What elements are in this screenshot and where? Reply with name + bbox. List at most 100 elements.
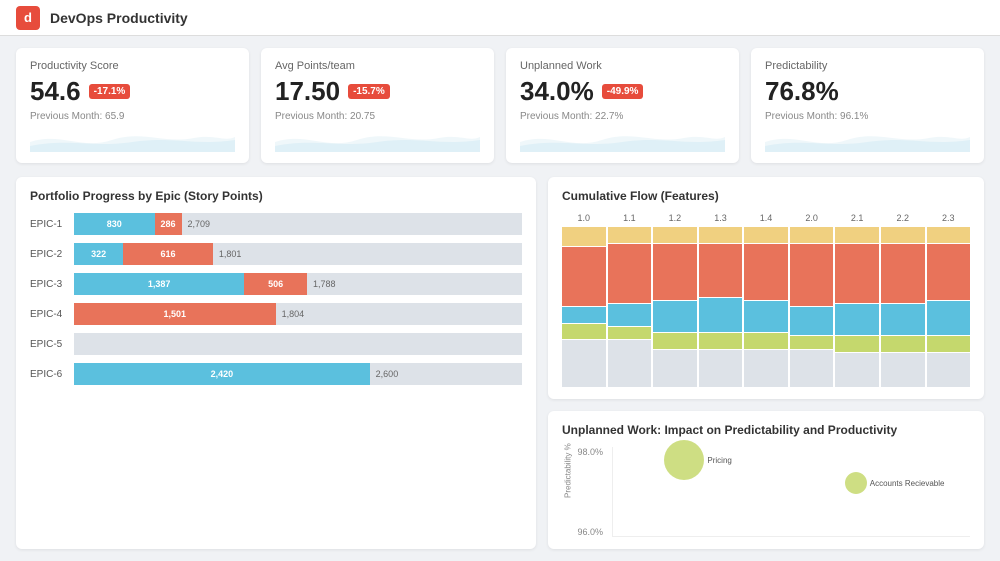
cf-segment-gray: [744, 350, 788, 387]
app-header: d DevOps Productivity: [0, 0, 1000, 36]
cf-segment-orange: [835, 244, 879, 303]
bubble-area: PricingAccounts Recievable: [612, 447, 970, 537]
cf-segment-green: [562, 324, 606, 340]
kpi-prev-2: Previous Month: 22.7%: [520, 111, 725, 122]
cf-header-cell: 2.3: [927, 213, 971, 223]
cf-segment-gray: [881, 353, 925, 387]
bar-container: 3226161,801: [74, 243, 522, 265]
kpi-value-row-0: 54.6 -17.1%: [30, 76, 235, 107]
bar-gray: 1,788: [307, 273, 522, 295]
bar-container: 1,5011,804: [74, 303, 522, 325]
bar-gray: 1,801: [213, 243, 522, 265]
cf-header-row: 1.01.11.21.31.42.02.12.22.3: [562, 213, 970, 223]
cf-segment-orange: [881, 244, 925, 303]
epic-label: EPIC-2: [30, 249, 74, 260]
bar-orange: 616: [123, 243, 213, 265]
cumflow-title: Cumulative Flow (Features): [562, 189, 970, 203]
bar-orange: 1,501: [74, 303, 276, 325]
cf-header-cell: 1.2: [653, 213, 697, 223]
cf-segment-blue: [562, 307, 606, 323]
cf-segment-orange: [562, 247, 606, 306]
cf-header-cell: 2.2: [881, 213, 925, 223]
cf-segment-blue: [699, 298, 743, 332]
bar-blue: 322: [74, 243, 123, 265]
cf-column: [562, 227, 606, 387]
cf-column: [653, 227, 697, 387]
cf-header-cell: 2.0: [790, 213, 834, 223]
bubble-label-1: Accounts Recievable: [870, 479, 945, 488]
cf-segment-yellow: [608, 227, 652, 243]
cf-segment-blue: [608, 304, 652, 326]
cf-segment-yellow: [835, 227, 879, 243]
cf-segment-gray: [927, 353, 971, 387]
cf-segment-gray: [562, 340, 606, 387]
cf-header-cell: 2.1: [835, 213, 879, 223]
kpi-wave-2: [520, 122, 725, 152]
app-title: DevOps Productivity: [50, 10, 188, 26]
bar-container: 8302862,709: [74, 213, 522, 235]
kpi-badge-1: -15.7%: [348, 84, 390, 99]
cf-segment-orange: [744, 244, 788, 300]
cf-segment-gray: [653, 350, 697, 387]
kpi-card-3: Predictability 76.8% Previous Month: 96.…: [751, 48, 984, 163]
cf-column: [835, 227, 879, 387]
cf-chart: [562, 227, 970, 387]
bar-gray: 2,600: [370, 363, 522, 385]
kpi-prev-3: Previous Month: 96.1%: [765, 111, 970, 122]
cf-segment-gray: [608, 340, 652, 387]
cf-segment-gray: [699, 350, 743, 387]
y-label-low: 96.0%: [562, 527, 607, 537]
kpi-card-1: Avg Points/team 17.50 -15.7% Previous Mo…: [261, 48, 494, 163]
cf-column: [608, 227, 652, 387]
kpi-row: Productivity Score 54.6 -17.1% Previous …: [16, 48, 984, 163]
epic-row: EPIC-1 8302862,709: [30, 213, 522, 235]
bar-blue: 830: [74, 213, 155, 235]
cf-segment-green: [790, 336, 834, 348]
cf-segment-orange: [699, 244, 743, 297]
unplanned-title: Unplanned Work: Impact on Predictability…: [562, 423, 970, 437]
bar-orange: 286: [155, 213, 182, 235]
cf-header-cell: 1.3: [699, 213, 743, 223]
cf-segment-orange: [608, 244, 652, 303]
bar-container: 1,3875061,788: [74, 273, 522, 295]
cf-header-cell: 1.1: [608, 213, 652, 223]
cf-segment-green: [744, 333, 788, 349]
kpi-value-3: 76.8%: [765, 76, 839, 107]
epic-label: EPIC-5: [30, 339, 74, 350]
bar-gray: [74, 333, 522, 355]
kpi-badge-2: -49.9%: [602, 84, 644, 99]
cf-segment-green: [927, 336, 971, 352]
unplanned-card: Unplanned Work: Impact on Predictability…: [548, 411, 984, 549]
epic-row: EPIC-5: [30, 333, 522, 355]
cf-header-cell: 1.0: [562, 213, 606, 223]
bar-gray: 2,709: [182, 213, 523, 235]
cf-segment-orange: [790, 244, 834, 306]
cumflow-card: Cumulative Flow (Features) 1.01.11.21.31…: [548, 177, 984, 399]
kpi-label-3: Predictability: [765, 60, 970, 72]
portfolio-panel: Portfolio Progress by Epic (Story Points…: [16, 177, 536, 549]
cf-segment-yellow: [744, 227, 788, 243]
cf-column: [744, 227, 788, 387]
cf-column: [927, 227, 971, 387]
cf-segment-green: [653, 333, 697, 349]
cf-segment-blue: [653, 301, 697, 332]
cf-segment-green: [881, 336, 925, 352]
bar-blue: 1,387: [74, 273, 244, 295]
bar-gray: 1,804: [276, 303, 522, 325]
cf-segment-green: [608, 327, 652, 339]
bar-blue: 2,420: [74, 363, 370, 385]
cf-segment-green: [835, 336, 879, 352]
kpi-label-1: Avg Points/team: [275, 60, 480, 72]
cf-segment-yellow: [790, 227, 834, 243]
cf-column: [881, 227, 925, 387]
kpi-prev-0: Previous Month: 65.9: [30, 111, 235, 122]
kpi-value-2: 34.0%: [520, 76, 594, 107]
cf-segment-gray: [835, 353, 879, 387]
kpi-value-row-2: 34.0% -49.9%: [520, 76, 725, 107]
kpi-wave-0: [30, 122, 235, 152]
cf-segment-yellow: [653, 227, 697, 243]
cf-segment-blue: [744, 301, 788, 332]
epic-bars: EPIC-1 8302862,709 EPIC-2 3226161,801 EP…: [30, 213, 522, 385]
cf-segment-blue: [835, 304, 879, 335]
kpi-label-0: Productivity Score: [30, 60, 235, 72]
